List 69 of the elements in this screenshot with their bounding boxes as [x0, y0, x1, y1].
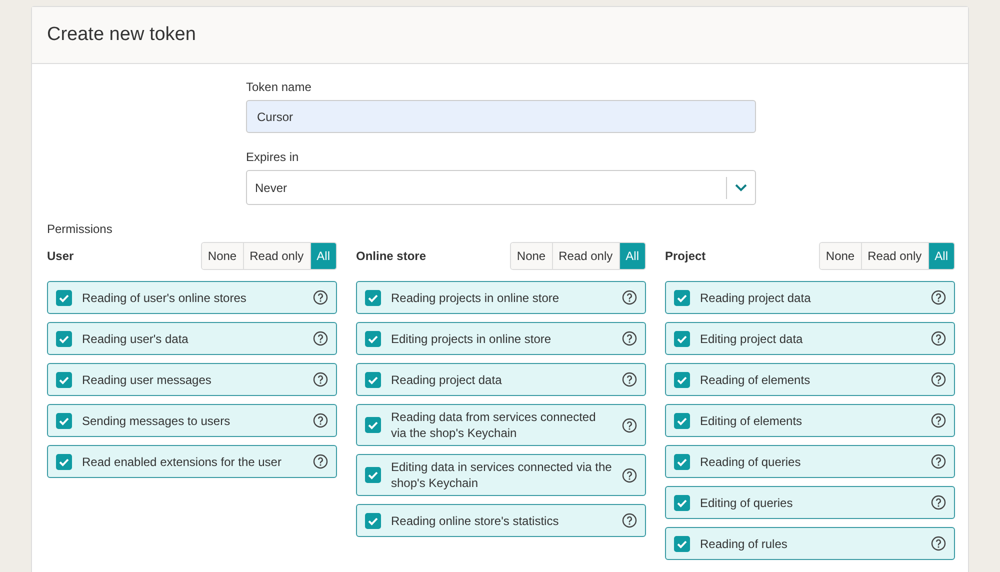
field-label: Token name: [246, 80, 312, 94]
permission-item[interactable]: Editing of elements: [665, 404, 955, 437]
permission-item[interactable]: Editing of queries: [665, 486, 955, 519]
permission-item[interactable]: Reading of user's online stores: [47, 281, 337, 314]
permission-item[interactable]: Editing data in services connected via the shop's Keychain: [356, 454, 646, 496]
level-option[interactable]: None: [202, 243, 243, 269]
section-label: Permissions: [47, 222, 112, 236]
help-icon[interactable]: [931, 495, 946, 510]
help-icon[interactable]: [622, 290, 637, 305]
checkbox[interactable]: [56, 290, 72, 306]
token-name-field[interactable]: Cursor: [246, 100, 756, 133]
permission-item[interactable]: Reading of queries: [665, 445, 955, 478]
checkbox[interactable]: [365, 330, 381, 346]
permission-item[interactable]: Read enabled extensions for the user: [47, 445, 337, 478]
level-option[interactable]: None: [820, 243, 861, 269]
permission-item[interactable]: Editing project data: [665, 322, 955, 355]
help-icon[interactable]: [622, 372, 637, 387]
help-icon[interactable]: [931, 413, 946, 428]
checkbox[interactable]: [56, 372, 72, 388]
checkbox[interactable]: [365, 467, 381, 483]
help-icon[interactable]: [622, 468, 637, 482]
help-icon[interactable]: [622, 513, 637, 528]
level-option[interactable]: Read only: [242, 243, 310, 269]
permission-item[interactable]: Reading online store's statistics: [356, 504, 646, 537]
help-icon[interactable]: [931, 331, 946, 346]
checkbox[interactable]: [56, 330, 72, 346]
help-icon[interactable]: [931, 454, 946, 469]
permission-item[interactable]: Reading of elements: [665, 363, 955, 396]
checkbox[interactable]: [674, 454, 690, 470]
dialog-title: Create new token: [47, 24, 196, 46]
help-icon[interactable]: [313, 331, 328, 346]
help-icon[interactable]: [313, 413, 328, 428]
help-icon[interactable]: [313, 372, 328, 387]
group-title: User: [47, 249, 74, 263]
level-option[interactable]: Read only: [552, 243, 619, 269]
checkbox[interactable]: [674, 372, 690, 388]
permission-item[interactable]: Reading of rules: [665, 527, 955, 560]
permission-item[interactable]: Reading project data: [665, 281, 955, 314]
help-icon[interactable]: [931, 536, 946, 551]
checkbox[interactable]: [674, 290, 690, 306]
checkbox[interactable]: [674, 330, 690, 346]
permission-item[interactable]: Sending messages to users: [47, 404, 337, 437]
checkbox[interactable]: [365, 372, 381, 388]
checkbox[interactable]: [365, 512, 381, 528]
help-icon[interactable]: [313, 454, 328, 469]
expires-dropdown[interactable]: Never: [246, 170, 756, 205]
level-option[interactable]: None: [510, 243, 552, 269]
permission-item[interactable]: Reading data from services connected via the shop's Keychain: [356, 404, 646, 446]
checkbox[interactable]: [56, 412, 72, 428]
permission-item[interactable]: Reading project data: [356, 363, 646, 396]
group-title: Project: [665, 249, 706, 263]
level-option[interactable]: Read only: [860, 243, 928, 269]
help-icon[interactable]: [313, 290, 328, 305]
permission-item[interactable]: Reading user messages: [47, 363, 337, 396]
checkbox[interactable]: [674, 536, 690, 552]
group-title: Online store: [356, 249, 426, 263]
help-icon[interactable]: [931, 372, 946, 387]
checkbox[interactable]: [365, 290, 381, 306]
permission-item[interactable]: Reading user's data: [47, 322, 337, 355]
checkbox[interactable]: [365, 417, 381, 433]
checkbox[interactable]: [674, 412, 690, 428]
help-icon[interactable]: [931, 290, 946, 305]
permission-item[interactable]: Reading projects in online store: [356, 281, 646, 314]
checkbox[interactable]: [56, 454, 72, 470]
permission-item[interactable]: Editing projects in online store: [356, 322, 646, 355]
field-label: Expires in: [246, 150, 300, 164]
checkbox[interactable]: [674, 494, 690, 510]
help-icon[interactable]: [622, 331, 637, 346]
help-icon[interactable]: [622, 418, 637, 432]
